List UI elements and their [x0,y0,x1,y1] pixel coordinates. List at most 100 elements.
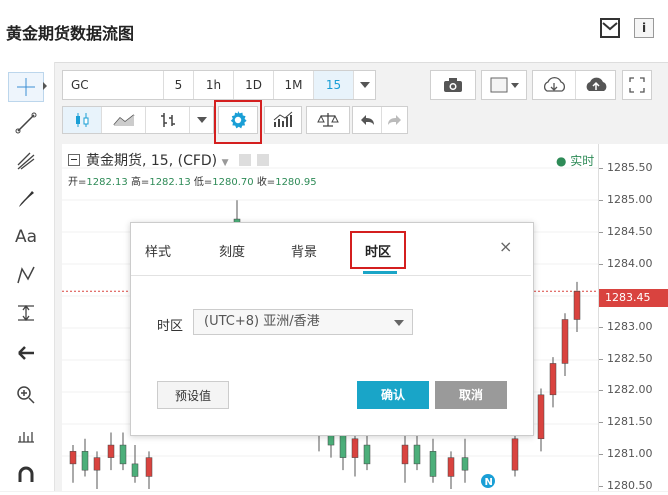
open-value: 1282.13 [86,177,128,188]
price-tick [599,422,603,423]
timezone-tab-highlight [350,231,406,269]
symbol-input[interactable]: GC [63,71,163,99]
default-button[interactable]: 预设值 [157,381,229,409]
tab-divider [131,275,531,276]
cloud-toolbar [532,70,616,100]
snapshot-button[interactable] [430,70,476,100]
last-price-label: 1283.45 [599,289,668,307]
undo-redo-toolbar [352,106,408,134]
news-badge-text: N [485,477,493,488]
candle-body [119,444,127,465]
price-tick [599,168,603,169]
symbol-toolbar: GC 5 1h 1D 1M 15 [62,70,376,100]
cancel-button[interactable]: 取消 [435,381,507,409]
candle-body [537,394,545,440]
legend-dropdown-icon[interactable]: ▼ [222,158,229,168]
price-label: 1282.00 [607,383,653,396]
cloud-upload-icon[interactable] [575,71,615,99]
price-label: 1285.50 [607,161,653,174]
price-label: 1281.50 [607,415,653,428]
redo-icon[interactable] [381,107,407,133]
candle-body [561,319,569,364]
mail-icon[interactable] [600,18,620,38]
candle-body [511,438,519,471]
compare-button[interactable] [306,106,350,134]
pattern-icon[interactable] [8,260,44,290]
price-axis[interactable]: 1285.50 1285.00 1284.50 1284.00 1283.00 … [598,144,668,492]
high-label: 高= [130,177,150,188]
interval-dropdown-icon[interactable] [353,71,375,99]
timezone-label: 时区 [157,319,184,334]
candle-body [461,457,469,471]
indicators-button[interactable] [264,106,302,134]
price-tick [599,359,603,360]
ohlc-bar-icon[interactable] [145,107,189,133]
fullscreen-button[interactable] [622,70,652,100]
confirm-button[interactable]: 确认 [357,381,429,409]
candle-body [145,457,153,477]
info-icon[interactable]: i [634,18,654,38]
collapse-legend-icon[interactable] [68,154,80,166]
magnet-icon[interactable] [8,460,44,490]
cloud-download-icon[interactable] [533,71,575,99]
chart-settings-dialog: 样式 刻度 背景 时区 × 时区 (UTC+8) 亚洲/香港 预设值 确认 取消 [130,222,534,436]
tab-scale[interactable]: 刻度 [219,241,245,260]
candlestick-icon[interactable] [63,107,101,133]
interval-15[interactable]: 15 [313,71,353,99]
price-tick [599,264,603,265]
candle-body [69,451,77,465]
price-label: 1282.50 [607,352,653,365]
candle-body [81,451,89,471]
tab-style[interactable]: 样式 [145,241,171,260]
timezone-select[interactable]: (UTC+8) 亚洲/香港 [193,309,413,335]
realtime-indicator: ● 实时 [556,154,595,168]
close-value: 1280.95 [275,177,317,188]
zoom-in-icon[interactable] [8,380,44,410]
trend-line-icon[interactable] [8,108,44,138]
legend-title-text: 黄金期货, 15, (CFD) [86,153,218,169]
pitchfork-icon[interactable] [8,146,44,176]
candle-body [413,444,421,465]
candle-body [339,432,347,458]
price-tick [599,454,603,455]
legend-gear-icon[interactable] [257,154,270,166]
crosshair-icon[interactable] [8,72,44,102]
measure-icon[interactable] [8,298,44,328]
price-tick [599,200,603,201]
candle-body [429,451,437,477]
interval-1d[interactable]: 1D [233,71,273,99]
price-label: 1285.00 [607,193,653,206]
interval-1h[interactable]: 1h [193,71,233,99]
chart-type-dropdown-icon[interactable] [189,107,213,133]
close-icon[interactable]: × [499,237,512,256]
tab-background[interactable]: 背景 [291,241,317,260]
legend-title: 黄金期货, 15, (CFD) ▼ [68,150,270,170]
arrow-left-icon[interactable] [8,338,44,368]
expand-arrow-icon[interactable] [43,82,47,90]
candle-body [549,363,557,396]
price-tick [599,327,603,328]
area-chart-icon[interactable] [101,107,145,133]
price-tick [599,486,603,487]
scale-balance-icon [307,107,349,133]
interval-5[interactable]: 5 [163,71,193,99]
brush-icon[interactable] [8,184,44,214]
high-value: 1282.13 [149,177,191,188]
price-label: 1281.00 [607,447,653,460]
candle-body [447,457,455,477]
interval-1m[interactable]: 1M [273,71,313,99]
open-label: 开= [68,177,87,188]
price-label: 1283.00 [607,320,653,333]
candle-body [107,444,115,458]
undo-icon[interactable] [353,107,381,133]
close-label: 收= [256,177,276,188]
low-value: 1280.70 [212,177,254,188]
legend-eye-icon[interactable] [238,154,251,166]
color-picker-button[interactable] [481,70,527,100]
text-tool-icon[interactable]: Aa [8,222,44,252]
chart-type-toolbar [62,106,214,134]
camera-icon [431,71,475,99]
page-title: 黄金期货数据流图 [6,24,135,43]
candle-body [401,444,409,465]
ruler-icon[interactable] [8,420,44,450]
